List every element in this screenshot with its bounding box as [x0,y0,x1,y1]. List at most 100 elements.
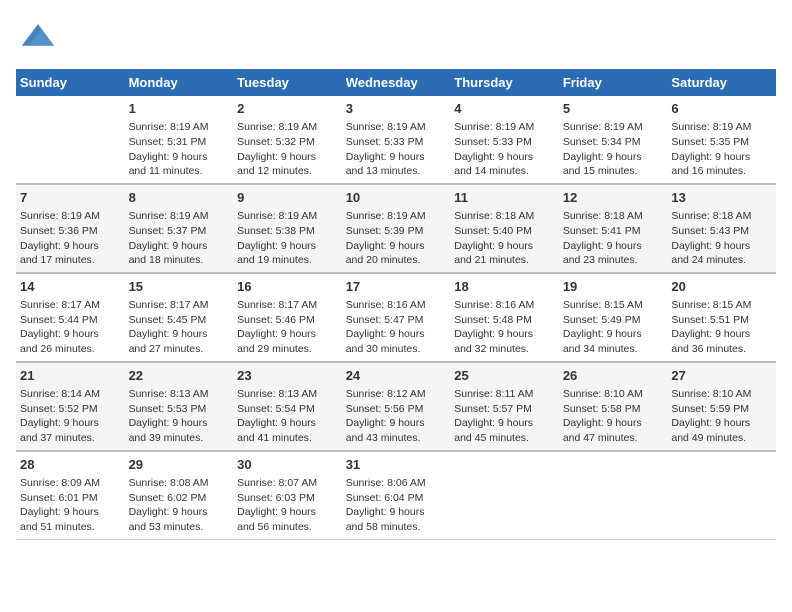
calendar-cell: 28 Sunrise: 8:09 AM Sunset: 6:01 PM Dayli… [16,451,125,539]
calendar-cell: 14 Sunrise: 8:17 AM Sunset: 5:44 PM Dayli… [16,273,125,362]
day-number: 31 [346,456,447,474]
day-info: Sunrise: 8:19 AM Sunset: 5:32 PM Dayligh… [237,120,338,179]
day-number: 26 [563,367,664,385]
page-header [16,16,776,57]
day-number: 8 [129,189,230,207]
day-info: Sunrise: 8:19 AM Sunset: 5:39 PM Dayligh… [346,209,447,268]
calendar-week-row: 21 Sunrise: 8:14 AM Sunset: 5:52 PM Dayli… [16,362,776,451]
calendar-cell: 8 Sunrise: 8:19 AM Sunset: 5:37 PM Daylig… [125,184,234,273]
day-number: 10 [346,189,447,207]
day-number: 27 [671,367,772,385]
day-info: Sunrise: 8:13 AM Sunset: 5:53 PM Dayligh… [129,387,230,446]
day-info: Sunrise: 8:06 AM Sunset: 6:04 PM Dayligh… [346,476,447,535]
calendar-cell: 2 Sunrise: 8:19 AM Sunset: 5:32 PM Daylig… [233,96,342,184]
calendar-cell: 13 Sunrise: 8:18 AM Sunset: 5:43 PM Dayli… [667,184,776,273]
weekday-header-row: SundayMondayTuesdayWednesdayThursdayFrid… [16,69,776,96]
day-info: Sunrise: 8:18 AM Sunset: 5:43 PM Dayligh… [671,209,772,268]
calendar-week-row: 7 Sunrise: 8:19 AM Sunset: 5:36 PM Daylig… [16,184,776,273]
weekday-header-friday: Friday [559,69,668,96]
calendar-cell: 9 Sunrise: 8:19 AM Sunset: 5:38 PM Daylig… [233,184,342,273]
calendar-cell: 16 Sunrise: 8:17 AM Sunset: 5:46 PM Dayli… [233,273,342,362]
day-number: 30 [237,456,338,474]
day-number: 22 [129,367,230,385]
day-number: 16 [237,278,338,296]
day-number: 13 [671,189,772,207]
day-info: Sunrise: 8:09 AM Sunset: 6:01 PM Dayligh… [20,476,121,535]
day-number: 1 [129,100,230,118]
calendar-cell: 18 Sunrise: 8:16 AM Sunset: 5:48 PM Dayli… [450,273,559,362]
day-number: 21 [20,367,121,385]
day-info: Sunrise: 8:19 AM Sunset: 5:36 PM Dayligh… [20,209,121,268]
day-info: Sunrise: 8:15 AM Sunset: 5:49 PM Dayligh… [563,298,664,357]
calendar-cell [667,451,776,539]
day-number: 9 [237,189,338,207]
weekday-header-sunday: Sunday [16,69,125,96]
day-number: 7 [20,189,121,207]
day-number: 14 [20,278,121,296]
calendar-cell [450,451,559,539]
day-number: 11 [454,189,555,207]
calendar-cell: 1 Sunrise: 8:19 AM Sunset: 5:31 PM Daylig… [125,96,234,184]
calendar-cell: 31 Sunrise: 8:06 AM Sunset: 6:04 PM Dayli… [342,451,451,539]
calendar-cell: 25 Sunrise: 8:11 AM Sunset: 5:57 PM Dayli… [450,362,559,451]
weekday-header-thursday: Thursday [450,69,559,96]
calendar-cell: 12Sunrise: 8:18 AM Sunset: 5:41 PM Dayli… [559,184,668,273]
day-number: 28 [20,456,121,474]
day-info: Sunrise: 8:12 AM Sunset: 5:56 PM Dayligh… [346,387,447,446]
day-info: Sunrise: 8:19 AM Sunset: 5:38 PM Dayligh… [237,209,338,268]
day-number: 24 [346,367,447,385]
day-number: 18 [454,278,555,296]
day-number: 19 [563,278,664,296]
calendar-week-row: 1 Sunrise: 8:19 AM Sunset: 5:31 PM Daylig… [16,96,776,184]
day-number: 20 [671,278,772,296]
calendar-cell [16,96,125,184]
logo [16,16,56,57]
calendar-cell [559,451,668,539]
calendar-cell: 4 Sunrise: 8:19 AM Sunset: 5:33 PM Daylig… [450,96,559,184]
day-info: Sunrise: 8:15 AM Sunset: 5:51 PM Dayligh… [671,298,772,357]
day-number: 12 [563,189,664,207]
calendar-cell: 27 Sunrise: 8:10 AM Sunset: 5:59 PM Dayli… [667,362,776,451]
day-info: Sunrise: 8:11 AM Sunset: 5:57 PM Dayligh… [454,387,555,446]
calendar-week-row: 28 Sunrise: 8:09 AM Sunset: 6:01 PM Dayli… [16,451,776,539]
calendar-cell: 10 Sunrise: 8:19 AM Sunset: 5:39 PM Dayli… [342,184,451,273]
day-number: 15 [129,278,230,296]
day-info: Sunrise: 8:19 AM Sunset: 5:37 PM Dayligh… [129,209,230,268]
calendar-cell: 15 Sunrise: 8:17 AM Sunset: 5:45 PM Dayli… [125,273,234,362]
day-number: 3 [346,100,447,118]
day-info: Sunrise: 8:18 AM Sunset: 5:40 PM Dayligh… [454,209,555,268]
day-info: Sunrise: 8:10 AM Sunset: 5:59 PM Dayligh… [671,387,772,446]
day-info: Sunrise: 8:17 AM Sunset: 5:46 PM Dayligh… [237,298,338,357]
day-info: Sunrise: 8:10 AM Sunset: 5:58 PM Dayligh… [563,387,664,446]
day-number: 6 [671,100,772,118]
weekday-header-wednesday: Wednesday [342,69,451,96]
calendar-cell: 29Sunrise: 8:08 AM Sunset: 6:02 PM Dayli… [125,451,234,539]
calendar-cell: 30Sunrise: 8:07 AM Sunset: 6:03 PM Dayli… [233,451,342,539]
calendar-cell: 7 Sunrise: 8:19 AM Sunset: 5:36 PM Daylig… [16,184,125,273]
calendar-cell: 20 Sunrise: 8:15 AM Sunset: 5:51 PM Dayli… [667,273,776,362]
weekday-header-saturday: Saturday [667,69,776,96]
calendar-cell: 26 Sunrise: 8:10 AM Sunset: 5:58 PM Dayli… [559,362,668,451]
calendar-cell: 11 Sunrise: 8:18 AM Sunset: 5:40 PM Dayli… [450,184,559,273]
day-number: 29 [129,456,230,474]
day-info: Sunrise: 8:19 AM Sunset: 5:31 PM Dayligh… [129,120,230,179]
calendar-cell: 3 Sunrise: 8:19 AM Sunset: 5:33 PM Daylig… [342,96,451,184]
day-info: Sunrise: 8:19 AM Sunset: 5:33 PM Dayligh… [346,120,447,179]
calendar-cell: 24 Sunrise: 8:12 AM Sunset: 5:56 PM Dayli… [342,362,451,451]
day-number: 25 [454,367,555,385]
day-info: Sunrise: 8:14 AM Sunset: 5:52 PM Dayligh… [20,387,121,446]
calendar-cell: 6Sunrise: 8:19 AM Sunset: 5:35 PM Daylig… [667,96,776,184]
day-number: 23 [237,367,338,385]
logo-icon [20,16,56,52]
weekday-header-tuesday: Tuesday [233,69,342,96]
day-info: Sunrise: 8:19 AM Sunset: 5:34 PM Dayligh… [563,120,664,179]
calendar-cell: 19 Sunrise: 8:15 AM Sunset: 5:49 PM Dayli… [559,273,668,362]
day-number: 2 [237,100,338,118]
day-info: Sunrise: 8:16 AM Sunset: 5:48 PM Dayligh… [454,298,555,357]
day-number: 4 [454,100,555,118]
calendar-week-row: 14 Sunrise: 8:17 AM Sunset: 5:44 PM Dayli… [16,273,776,362]
day-info: Sunrise: 8:19 AM Sunset: 5:33 PM Dayligh… [454,120,555,179]
day-info: Sunrise: 8:17 AM Sunset: 5:45 PM Dayligh… [129,298,230,357]
calendar-cell: 5Sunrise: 8:19 AM Sunset: 5:34 PM Daylig… [559,96,668,184]
day-info: Sunrise: 8:17 AM Sunset: 5:44 PM Dayligh… [20,298,121,357]
